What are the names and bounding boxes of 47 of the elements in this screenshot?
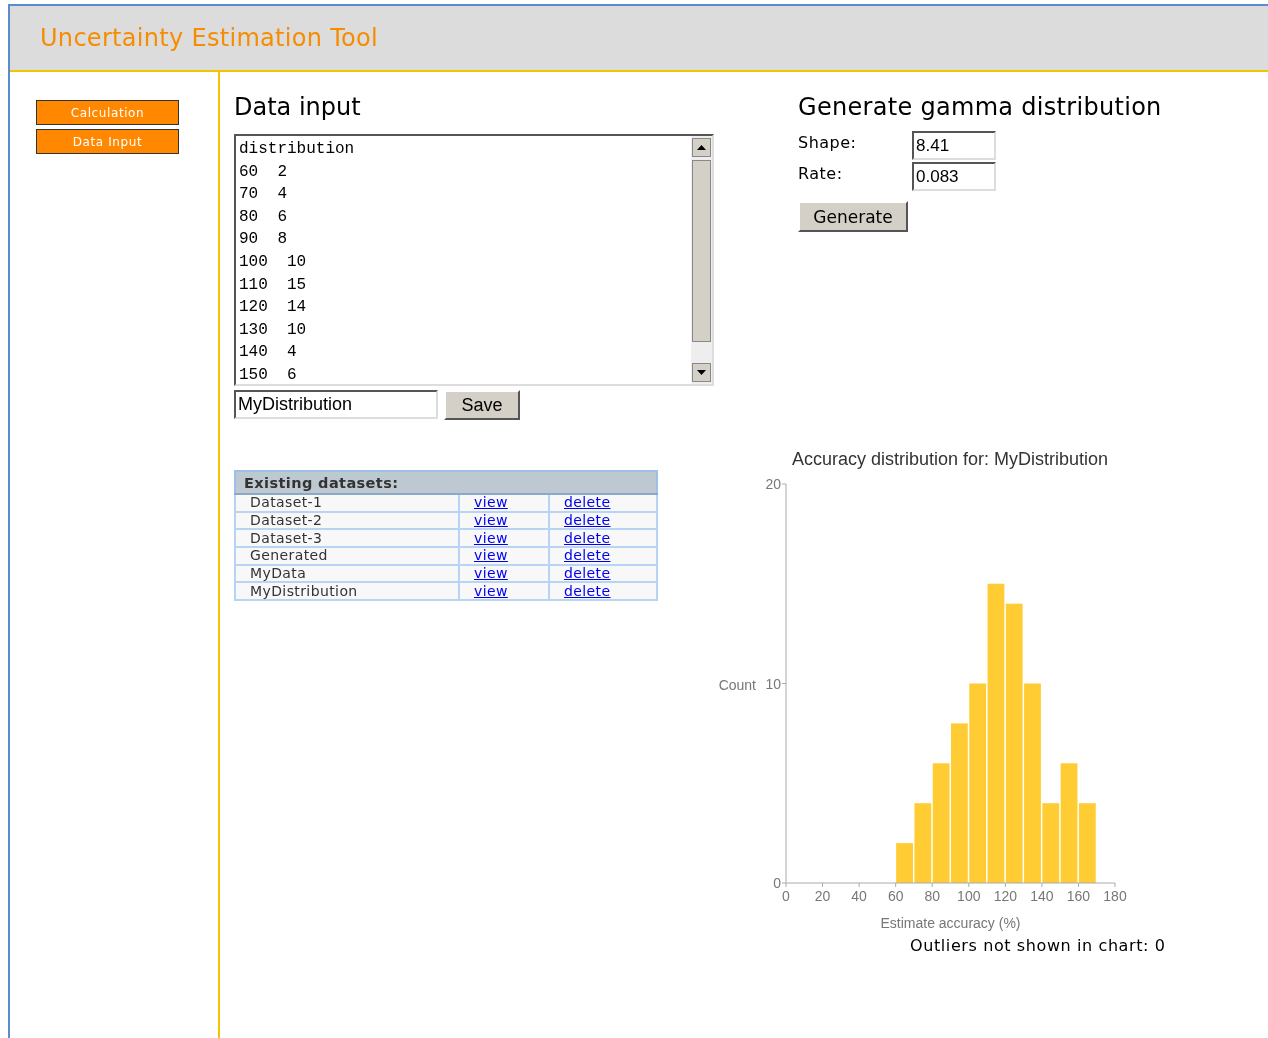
data-line: 130 10 bbox=[239, 319, 307, 341]
outliers-note: Outliers not shown in chart: 0 bbox=[910, 936, 1166, 955]
generate-button[interactable]: Generate bbox=[798, 201, 908, 232]
dataset-name: Dataset-1 bbox=[250, 494, 323, 511]
data-line: distribution bbox=[239, 139, 355, 160]
data-line: 100 10 bbox=[239, 251, 307, 273]
x-tick-label: 180 bbox=[1103, 888, 1127, 904]
field-label: Shape: bbox=[798, 133, 858, 152]
y-tick-label: 0 bbox=[773, 875, 781, 891]
x-tick-label: 160 bbox=[1066, 888, 1091, 904]
data-line: 150 6 bbox=[239, 364, 297, 384]
field-label: Rate: bbox=[798, 164, 844, 183]
data-line: 120 14 bbox=[239, 297, 307, 319]
x-tick-label: 120 bbox=[993, 888, 1017, 904]
x-tick-label: 100 bbox=[957, 888, 981, 904]
dataset-name: MyDistribution bbox=[250, 582, 358, 599]
x-tick-label: 20 bbox=[814, 888, 831, 904]
dataset-name: MyData bbox=[250, 565, 307, 582]
section-heading: Data input bbox=[234, 93, 361, 121]
data-line: 80 6 bbox=[239, 206, 287, 228]
y-tick-label: 10 bbox=[765, 675, 781, 692]
number-field[interactable]: 8.41 bbox=[912, 131, 996, 160]
x-tick-label: 40 bbox=[851, 888, 867, 904]
section-heading: Generate gamma distribution bbox=[798, 93, 1162, 121]
x-tick-label: 0 bbox=[782, 888, 790, 904]
data-line: 70 4 bbox=[239, 184, 287, 206]
x-tick-label: 80 bbox=[924, 888, 940, 904]
x-axis-label: Estimate accuracy (%) bbox=[880, 915, 1021, 931]
data-text-area[interactable]: distribution 60 2 70 4 80 6 90 8 100 10 110 15 120 14 130 10 140 4 150 6 bbox=[234, 134, 714, 386]
dataset-name: Dataset-3 bbox=[250, 529, 323, 546]
dataset-name: Dataset-2 bbox=[250, 512, 323, 529]
number-field[interactable]: 0.083 bbox=[912, 162, 996, 191]
save-button[interactable]: Save bbox=[444, 390, 520, 420]
data-line: 60 2 bbox=[239, 161, 287, 183]
dataset-name: Generated bbox=[250, 547, 328, 564]
data-line: 140 4 bbox=[239, 342, 297, 364]
data-line: 90 8 bbox=[239, 229, 287, 251]
table-heading: Existing datasets: bbox=[244, 475, 399, 491]
y-tick-label: 20 bbox=[765, 476, 781, 492]
x-tick-label: 60 bbox=[887, 888, 904, 904]
data-line: 110 15 bbox=[239, 274, 307, 296]
scrollbar[interactable] bbox=[691, 136, 712, 384]
app-title: Uncertainty Estimation Tool bbox=[40, 24, 378, 52]
dataset-name-field[interactable]: MyDistribution bbox=[234, 390, 438, 419]
x-tick-label: 140 bbox=[1030, 888, 1054, 904]
chart-title: Accuracy distribution for: MyDistribution bbox=[791, 449, 1109, 469]
y-axis-label: Count bbox=[718, 676, 756, 693]
